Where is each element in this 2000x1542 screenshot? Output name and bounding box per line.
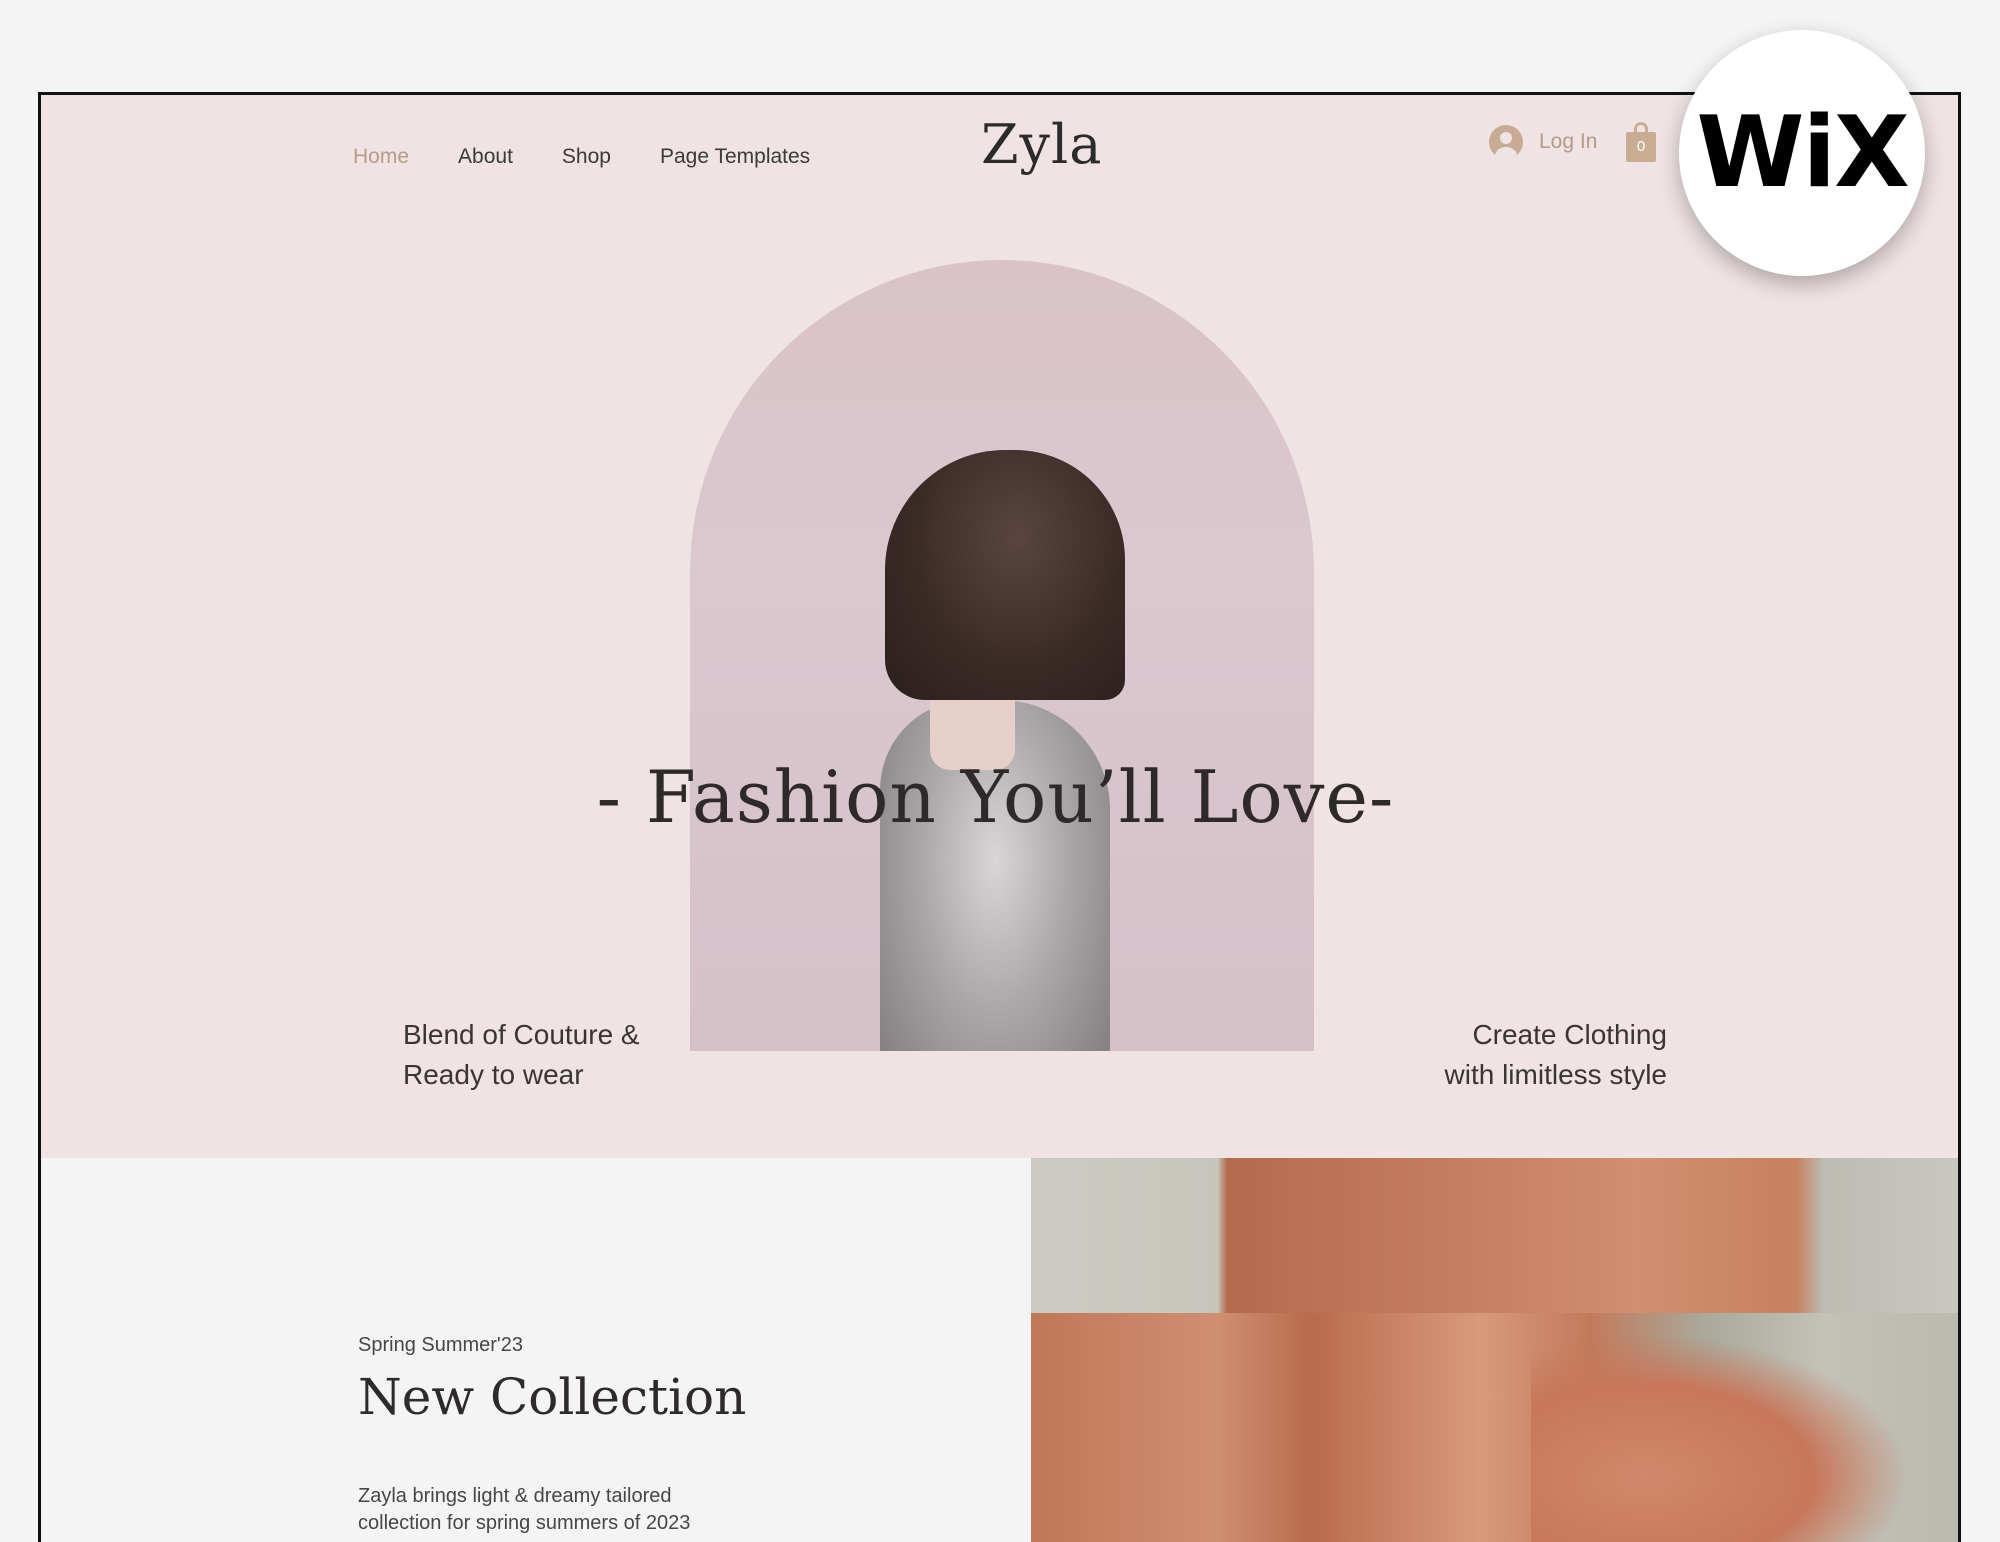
left-tagline-line-2: Ready to wear (403, 1059, 584, 1090)
collection-image-bottom (1031, 1313, 1958, 1542)
hero-image (690, 260, 1314, 1051)
hero-section: Home About Shop Page Templates Zyla Log … (41, 95, 1958, 1158)
left-tagline-line-1: Blend of Couture & (403, 1019, 640, 1050)
wix-badge: WiX (1679, 30, 1925, 276)
cart-button[interactable]: 0 (1626, 122, 1656, 162)
hero-right-tagline: Create Clothing with limitless style (1381, 1015, 1667, 1095)
collection-season: Spring Summer'23 (358, 1334, 523, 1356)
user-avatar-icon (1489, 125, 1523, 159)
hero-left-tagline: Blend of Couture & Ready to wear (403, 1015, 640, 1095)
collection-title: New Collection (358, 1368, 747, 1426)
right-tagline-line-2: with limitless style (1444, 1059, 1667, 1090)
cart-count: 0 (1636, 138, 1646, 155)
collection-image-top (1031, 1158, 1958, 1313)
nav-home[interactable]: Home (353, 145, 409, 169)
nav-shop[interactable]: Shop (562, 145, 611, 169)
nav-about[interactable]: About (458, 145, 513, 169)
login-label: Log In (1539, 130, 1598, 153)
site-logo[interactable]: Zyla (981, 113, 1103, 176)
right-tagline-line-1: Create Clothing (1472, 1019, 1667, 1050)
collection-description: Zayla brings light & dreamy tailored col… (358, 1485, 691, 1534)
hero-headline: - Fashion You’ll Love- (596, 755, 1395, 839)
collection-section: Spring Summer'23 New Collection Zayla br… (41, 1158, 1031, 1542)
main-nav: Home About Shop Page Templates (353, 145, 859, 169)
model-hair (885, 450, 1125, 700)
login-button[interactable]: Log In (1489, 125, 1597, 159)
wix-logo: WiX (1696, 96, 1909, 210)
nav-page-templates[interactable]: Page Templates (660, 145, 810, 169)
site-frame: Home About Shop Page Templates Zyla Log … (38, 92, 1961, 1542)
